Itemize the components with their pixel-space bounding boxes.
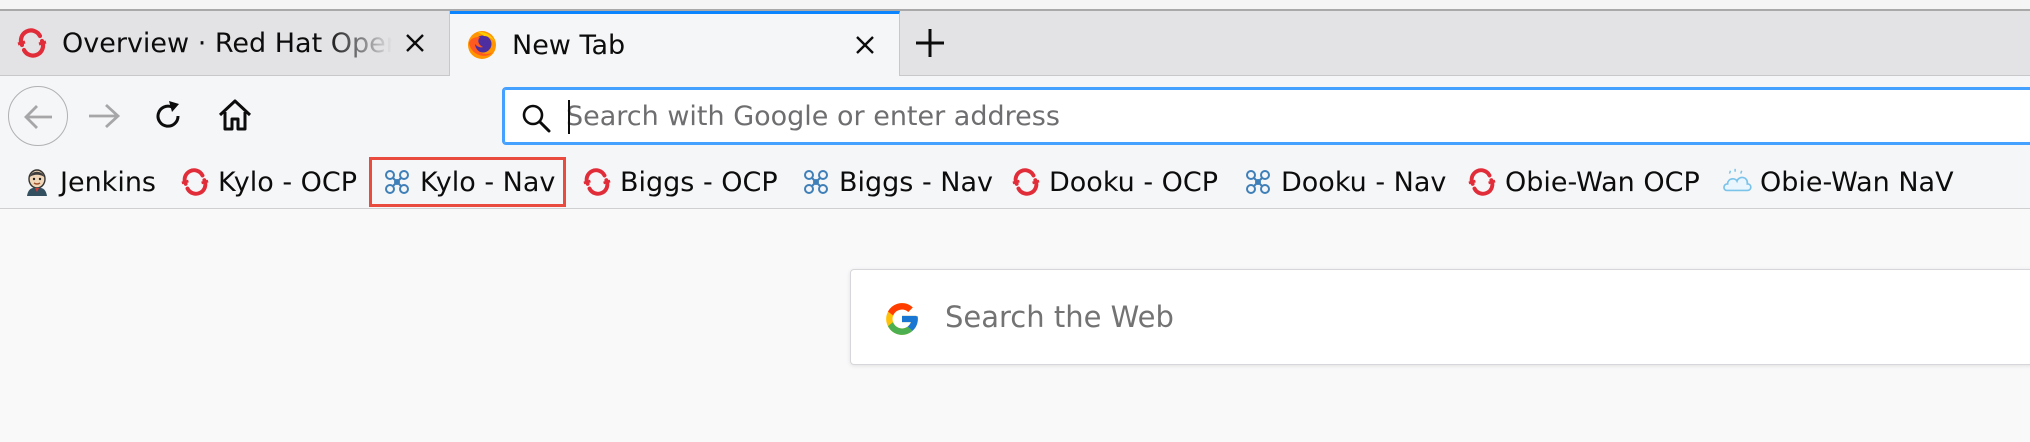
bookmark-obie-wan-ocp[interactable]: Obie-Wan OCP	[1467, 160, 1700, 204]
openshift-icon	[1012, 168, 1040, 196]
new-tab-plus-icon[interactable]	[910, 23, 950, 63]
web-search-box[interactable]	[850, 269, 2030, 365]
arrow-left-icon	[24, 105, 52, 129]
tab-overview-openshift[interactable]: Overview · Red Hat OpenShift	[0, 11, 450, 75]
openshift-icon	[17, 28, 47, 58]
bookmark-label: Obie-Wan NaV	[1760, 166, 1954, 198]
jenkins-icon	[27, 169, 47, 196]
close-icon[interactable]	[403, 31, 427, 55]
bookmark-label: Dooku - Nav	[1281, 166, 1447, 198]
bookmark-label: Kylo - Nav	[420, 166, 556, 198]
web-search-input[interactable]	[945, 270, 1945, 364]
window-top-edge	[0, 0, 2030, 11]
new-tab-page	[0, 209, 2030, 442]
tab-title: Overview · Red Hat OpenShift	[62, 28, 392, 59]
arrow-right-icon[interactable]	[86, 98, 122, 134]
bookmark-kylo-nav[interactable]: Kylo - Nav	[369, 157, 567, 207]
navigator-icon	[804, 170, 828, 194]
address-bar[interactable]	[502, 87, 2030, 145]
bookmark-dooku-nav[interactable]: Dooku - Nav	[1243, 160, 1446, 204]
close-icon[interactable]	[853, 33, 877, 57]
cloud-icon	[1723, 168, 1752, 192]
bookmark-dooku-ocp[interactable]: Dooku - OCP	[1011, 160, 1218, 204]
openshift-icon	[181, 168, 209, 196]
bookmark-label: Kylo - OCP	[218, 166, 358, 198]
bookmarks-toolbar: Jenkins Kylo - OCP Kylo - Nav Biggs - OC…	[0, 156, 2030, 209]
bookmark-jenkins[interactable]: Jenkins	[22, 160, 156, 204]
firefox-icon	[468, 31, 496, 59]
tab-title: New Tab	[512, 30, 626, 61]
bookmark-kylo-ocp[interactable]: Kylo - OCP	[180, 160, 357, 204]
tab-strip: Overview · Red Hat OpenShift New Tab	[0, 11, 2030, 76]
google-icon	[886, 303, 918, 335]
openshift-icon	[583, 168, 611, 196]
navigator-icon	[1246, 170, 1270, 194]
navigation-toolbar	[0, 76, 2030, 156]
navigator-icon	[385, 170, 409, 194]
url-input[interactable]	[566, 89, 1966, 143]
bookmark-obie-wan-nav[interactable]: Obie-Wan NaV	[1722, 160, 1954, 204]
bookmark-biggs-nav[interactable]: Biggs - Nav	[801, 160, 993, 204]
bookmark-label: Dooku - OCP	[1049, 166, 1219, 198]
bookmark-label: Biggs - OCP	[620, 166, 778, 198]
back-button[interactable]	[8, 86, 68, 146]
bookmark-label: Jenkins	[60, 166, 157, 198]
reload-icon[interactable]	[150, 98, 186, 134]
search-icon	[522, 104, 551, 133]
openshift-icon	[1468, 168, 1496, 196]
text-caret	[568, 100, 570, 134]
bookmark-label: Obie-Wan OCP	[1505, 166, 1700, 198]
tab-new-tab[interactable]: New Tab	[450, 11, 900, 76]
bookmark-biggs-ocp[interactable]: Biggs - OCP	[582, 160, 778, 204]
bookmark-label: Biggs - Nav	[839, 166, 993, 198]
home-icon[interactable]	[216, 96, 254, 134]
